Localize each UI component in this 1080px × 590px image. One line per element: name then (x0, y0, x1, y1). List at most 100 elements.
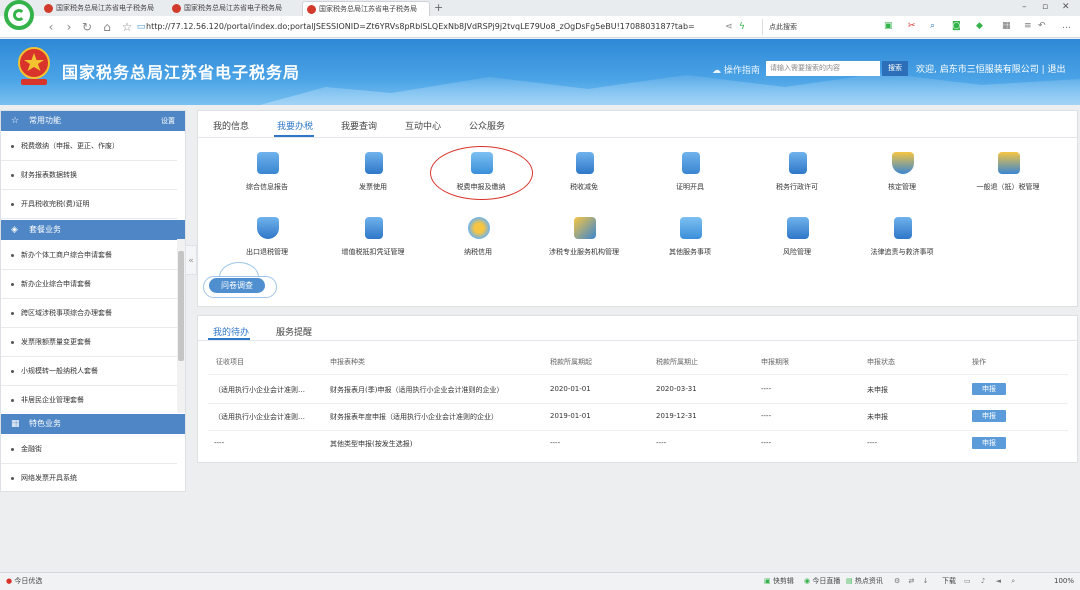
menu-icon[interactable]: ≡ (1024, 21, 1032, 31)
browser-search-input[interactable]: 点此搜索 (762, 19, 870, 35)
tax-favicon-icon (307, 5, 316, 14)
translate-icon[interactable]: ▣ (884, 21, 893, 31)
sidebar-item-package-3[interactable]: 跨区域涉税事项综合办理套餐 (1, 299, 177, 328)
tile-tax-reduction[interactable]: 税收减免 (524, 152, 644, 212)
sidebar-section-special[interactable]: ▦ 特色业务 (1, 414, 185, 434)
back-icon[interactable]: ‹ (44, 20, 58, 34)
sidebar-item-package-4[interactable]: 发票限额票量变更套餐 (1, 328, 177, 357)
declare-button[interactable]: 申报 (972, 410, 1006, 422)
tile-legal-remedy[interactable]: 法律追责与救济事项 (842, 217, 962, 277)
zoom-level[interactable]: 100% (1054, 573, 1074, 590)
site-search-input[interactable]: 请输入需要搜索的内容 (766, 61, 880, 76)
cell-item: （适用执行小企业会计准则… (214, 386, 305, 394)
tile-invoice-use[interactable]: 发票使用 (313, 152, 433, 212)
highlight-circle (430, 146, 533, 200)
bookmark-star-icon[interactable]: ☆ (120, 20, 134, 34)
tab-service-reminder[interactable]: 服务提醒 (276, 325, 312, 338)
sidebar-item-package-6[interactable]: 非居民企业管理套餐 (1, 386, 177, 415)
share-icon[interactable]: ⋖ (722, 20, 736, 34)
maximize-icon[interactable]: ▫ (1042, 2, 1048, 12)
tile-other-service[interactable]: 其他服务事项 (630, 217, 750, 277)
browser-toolbar-icons: ▣ ✂ ⌕ ◙ ◆ ▦ ≡ ↶ … (878, 21, 1078, 33)
tile-tax-credit[interactable]: 纳税信用 (418, 217, 538, 277)
browser-tab-2[interactable]: 国家税务总局江苏省电子税务局 (168, 1, 298, 16)
tile-info-report[interactable]: 综合信息报告 (207, 152, 327, 212)
new-tab-button[interactable]: + (434, 0, 443, 15)
tab-my-info[interactable]: 我的信息 (213, 119, 249, 132)
tab-my-todo[interactable]: 我的待办 (213, 325, 249, 338)
download-icon[interactable]: ↓ (923, 577, 929, 585)
credit-badge-icon (468, 217, 490, 239)
tile-tax-refund[interactable]: 一般退（抵）税管理 (948, 152, 1068, 212)
tile-admin-license[interactable]: 税务行政许可 (737, 152, 857, 212)
sound-icon[interactable]: ♪ (981, 577, 985, 585)
sidebar-item-tax-certificate[interactable]: 开具税收完税(费)证明 (1, 190, 177, 219)
download-link[interactable]: 下载 (942, 573, 956, 590)
tool-icon[interactable]: ⇄ (909, 577, 915, 585)
minimize-icon[interactable]: – (1022, 2, 1027, 12)
sidebar-collapse-button[interactable]: « (185, 245, 197, 275)
tab-public-service[interactable]: 公众服务 (469, 119, 505, 132)
browser-logo-icon[interactable] (4, 0, 34, 30)
game-icon[interactable]: ◙ (952, 21, 961, 31)
more-icon[interactable]: … (1062, 21, 1071, 31)
tab-interaction[interactable]: 互动中心 (405, 119, 441, 132)
clip-icon: ▣ (764, 577, 771, 585)
survey-button[interactable]: 问卷调查 (209, 278, 265, 293)
table-row-divider (208, 374, 1068, 375)
today-pick-link[interactable]: ● 今日优选 (6, 573, 42, 590)
tile-risk-manage[interactable]: 风险管理 (737, 217, 857, 277)
tile-vat-deduction[interactable]: 增值税抵扣凭证管理 (313, 217, 433, 277)
survey-cloud[interactable]: 问卷调查 (203, 262, 277, 298)
url-input[interactable]: http://77.12.56.120/portal/index.do;port… (146, 19, 750, 35)
quick-clip-link[interactable]: ▣ 快剪辑 (764, 573, 794, 590)
grid-icon[interactable]: ▦ (1002, 21, 1011, 31)
refresh-icon[interactable]: ↻ (80, 20, 94, 34)
logout-link[interactable]: 退出 (1048, 65, 1066, 75)
tile-certificate[interactable]: 证明开具 (630, 152, 750, 212)
declare-button[interactable]: 申报 (972, 437, 1006, 449)
home-icon[interactable]: ⌂ (100, 20, 114, 34)
document-icon (365, 152, 383, 174)
zoom-search-icon[interactable]: ⌕ (930, 21, 935, 31)
hierarchy-icon (998, 152, 1020, 174)
news-icon: ▤ (846, 577, 853, 585)
tab-query[interactable]: 我要查询 (341, 119, 377, 132)
cell-status: ---- (867, 439, 878, 447)
sidebar-section-common[interactable]: ☆ 常用功能 设置 (1, 111, 185, 131)
sidebar-item-package-5[interactable]: 小规模转一般纳税人套餐 (1, 357, 177, 386)
sidebar-item-tax-payment[interactable]: 税费缴纳（申报、更正、作废） (1, 132, 177, 161)
address-bar: ‹ › ↻ ⌂ ☆ ▭ http://77.12.56.120/portal/i… (0, 16, 1080, 38)
tab-do-tax[interactable]: 我要办税 (277, 119, 313, 132)
shield-icon[interactable]: ◆ (976, 21, 983, 31)
undo-icon[interactable]: ↶ (1038, 21, 1046, 31)
browser-tab-1[interactable]: 国家税务总局江苏省电子税务局 (40, 1, 160, 16)
cut-icon[interactable]: ✂ (908, 21, 916, 31)
site-search-button[interactable]: 搜索 (882, 61, 908, 76)
lightning-icon[interactable]: ϟ (735, 20, 749, 34)
cell-deadline: ---- (761, 439, 772, 447)
close-window-icon[interactable]: ✕ (1062, 2, 1070, 12)
news-link[interactable]: ▤ 热点资讯 (846, 573, 883, 590)
table-row-divider (208, 403, 1068, 404)
browser-status-bar: ● 今日优选 ▣ 快剪辑 ◉ 今日直播 ▤ 热点资讯 ⚙ ⇄ ↓ 下载 ▭ ♪ … (0, 572, 1080, 590)
sidebar-item-package-2[interactable]: 新办企业综合申请套餐 (1, 270, 177, 299)
operation-guide-link[interactable]: ☁ 操作指南 (712, 63, 760, 76)
sidebar-item-package-1[interactable]: 新办个体工商户综合申请套餐 (1, 241, 177, 270)
declare-button[interactable]: 申报 (972, 383, 1006, 395)
screen-icon[interactable]: ▭ (964, 577, 971, 585)
browser-tab-3-active[interactable]: 国家税务总局江苏省电子税务局 (302, 1, 430, 16)
sidebar-setting-link[interactable]: 设置 (161, 111, 175, 131)
tool-icon[interactable]: ⚙ (894, 577, 900, 585)
forward-icon[interactable]: › (62, 20, 76, 34)
sidebar-item-online-invoice[interactable]: 网络发票开具系统 (1, 464, 177, 491)
live-link[interactable]: ◉ 今日直播 (804, 573, 840, 590)
sidebar-item-report-convert[interactable]: 财务报表数据转换 (1, 161, 177, 190)
tile-verification[interactable]: 核定管理 (842, 152, 962, 212)
sidebar-scroll-thumb[interactable] (178, 251, 184, 361)
sidebar-item-finance-street[interactable]: 金融街 (1, 435, 177, 464)
sidebar-section-package[interactable]: ◈ 套餐业务 (1, 220, 185, 240)
zoom-icon[interactable]: ⌕ (1011, 577, 1015, 585)
tile-agency-manage[interactable]: 涉税专业服务机构管理 (524, 217, 644, 277)
mute-icon[interactable]: ◄ (996, 577, 1001, 585)
